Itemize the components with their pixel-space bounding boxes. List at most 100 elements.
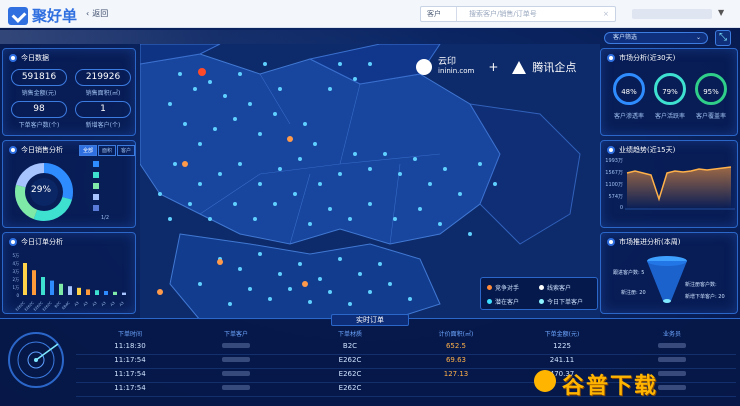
panel-dot-icon xyxy=(9,146,17,154)
search-type-select[interactable]: 客户 xyxy=(421,7,457,21)
order-bar[interactable] xyxy=(113,291,117,295)
order-customer xyxy=(206,342,266,350)
logo-text: 聚好单 xyxy=(32,7,78,25)
col-header: 计价面积(㎡) xyxy=(438,331,474,338)
search-type-value: 客户 xyxy=(427,10,441,18)
order-bar[interactable] xyxy=(68,286,72,295)
y-tick: 5万 xyxy=(12,253,19,258)
search-input[interactable]: 搜索客户/销售/订单号 xyxy=(457,9,603,19)
order-amount: 1225 xyxy=(553,342,571,350)
push-label: 跟进客户数: 5 xyxy=(613,270,645,276)
y-tick: 2万 xyxy=(12,277,19,282)
tencent-logo-icon xyxy=(512,60,527,74)
legend-item[interactable]: 线索客户 xyxy=(539,283,571,292)
order-bar[interactable] xyxy=(77,287,81,295)
y-tick: 1567万 xyxy=(605,170,623,176)
panel-title: 今日数据 xyxy=(21,54,49,62)
map-marker[interactable] xyxy=(198,68,206,76)
sales-tabs: 全部 面积 客户 xyxy=(79,145,135,156)
gauge-label: 客户活跃率 xyxy=(654,113,685,120)
yunyin-logo-icon xyxy=(416,59,432,75)
panel-dot-icon xyxy=(607,146,615,154)
table-row[interactable]: 11:18:30 B2C 652.5 1225 xyxy=(76,342,736,355)
x-tick: A3 xyxy=(74,301,80,307)
order-material: E262C xyxy=(338,370,362,378)
order-bar[interactable] xyxy=(104,291,108,295)
order-material: B2C xyxy=(342,342,358,350)
x-tick: A3 xyxy=(92,301,98,307)
gauge-label: 客户覆盖率 xyxy=(695,113,726,120)
funnel-chart[interactable] xyxy=(645,255,689,307)
y-tick: 1100万 xyxy=(605,182,623,188)
order-bar[interactable] xyxy=(122,292,126,295)
order-area: 69.63 xyxy=(445,356,467,364)
order-bar[interactable] xyxy=(95,290,99,295)
donut-percent: 29% xyxy=(31,185,52,195)
col-header: 下单客户 xyxy=(223,331,248,338)
stat-label: 销售面积(㎡) xyxy=(85,90,121,97)
orders-header: 下单时间 下单客户 下单材质 计价面积(㎡) 下单金额(元) 业务员 xyxy=(76,329,736,340)
stat-label: 下单客户数(个) xyxy=(18,122,60,129)
x-tick: E262C xyxy=(42,300,53,311)
expand-icon[interactable]: ⤡ xyxy=(715,30,731,46)
panel-dot-icon xyxy=(9,54,17,62)
push-label: 新注册客户数: xyxy=(685,282,717,288)
legend-swatch xyxy=(93,194,99,200)
customer-filter-select[interactable]: 客户筛选 ⌄ xyxy=(604,32,708,44)
clear-icon[interactable]: × xyxy=(603,10,615,18)
panel-title: 业绩趋势(近15天) xyxy=(619,146,676,154)
trend-line-chart[interactable] xyxy=(625,159,735,223)
y-tick: 0 xyxy=(619,205,623,211)
x-tick: A3 xyxy=(83,301,89,307)
legend-item[interactable]: 潜在客户 xyxy=(487,297,519,306)
app-logo[interactable]: 聚好单 xyxy=(8,5,77,26)
partner2-name: 腾讯企点 xyxy=(532,61,577,74)
push-label: 新增下单客户: 20 xyxy=(685,294,725,300)
order-customer xyxy=(206,384,266,392)
order-area: 127.13 xyxy=(443,370,469,378)
chevron-left-icon: ‹ xyxy=(86,9,90,18)
order-bar[interactable] xyxy=(86,289,90,295)
donut-legend xyxy=(93,161,99,211)
today-data-panel: 今日数据 591816 销售金额(元) 219926 销售面积(㎡) 98 下单… xyxy=(2,48,136,136)
x-tick: A3 xyxy=(110,301,116,307)
order-time: 11:17:54 xyxy=(114,356,146,364)
dashboard: 聚好单 ‹ 返回 客户 搜索客户/销售/订单号 × ▼ 云印 ininin.co… xyxy=(0,0,740,406)
panel-dot-icon xyxy=(9,238,17,246)
order-time: 11:17:54 xyxy=(114,384,146,392)
order-bar[interactable] xyxy=(23,263,27,295)
order-bar[interactable] xyxy=(41,277,45,295)
top-bar: 聚好单 ‹ 返回 客户 搜索客户/销售/订单号 × ▼ xyxy=(0,0,740,28)
order-bar[interactable] xyxy=(59,283,63,295)
caret-down-icon[interactable]: ▼ xyxy=(718,8,724,17)
logo-check-icon xyxy=(8,6,28,25)
order-customer xyxy=(206,356,266,364)
order-bar[interactable] xyxy=(50,280,54,295)
y-tick: 3万 xyxy=(12,269,19,274)
user-account[interactable] xyxy=(632,9,712,19)
legend-label: 今日下单客户 xyxy=(547,299,584,306)
legend-swatch xyxy=(93,172,99,178)
y-tick: 4万 xyxy=(12,261,19,266)
tab-customer[interactable]: 客户 xyxy=(117,145,135,156)
tab-area[interactable]: 面积 xyxy=(98,145,116,156)
gauge-label: 客户渗透率 xyxy=(613,113,644,120)
tab-all[interactable]: 全部 xyxy=(79,145,97,156)
legend-label: 竞争对手 xyxy=(495,285,520,292)
radar-icon xyxy=(8,332,64,388)
order-bar[interactable] xyxy=(32,270,36,295)
legend-item[interactable]: 今日下单客户 xyxy=(539,297,583,306)
stat-value: 591816 xyxy=(11,69,67,86)
panel-title: 市场推进分析(本周) xyxy=(619,238,681,246)
back-link[interactable]: ‹ 返回 xyxy=(86,8,108,19)
col-header: 下单材质 xyxy=(337,331,362,338)
map-legend: 竞争对手 线索客户 潜在客户 今日下单客户 xyxy=(480,277,598,310)
orders-bar-chart[interactable]: 5万4万3万2万1万0E262CE262CE262CE262C B2C EB4C A3… xyxy=(7,251,133,311)
legend-item[interactable]: 竞争对手 xyxy=(487,283,519,292)
watermark-logo-icon xyxy=(534,370,556,392)
x-tick: A3 xyxy=(101,301,107,307)
pager[interactable]: 1/2 xyxy=(101,215,109,221)
stat-value: 1 xyxy=(75,101,131,118)
order-area: 652.5 xyxy=(445,342,467,350)
search-bar: 客户 搜索客户/销售/订单号 × xyxy=(420,6,616,22)
